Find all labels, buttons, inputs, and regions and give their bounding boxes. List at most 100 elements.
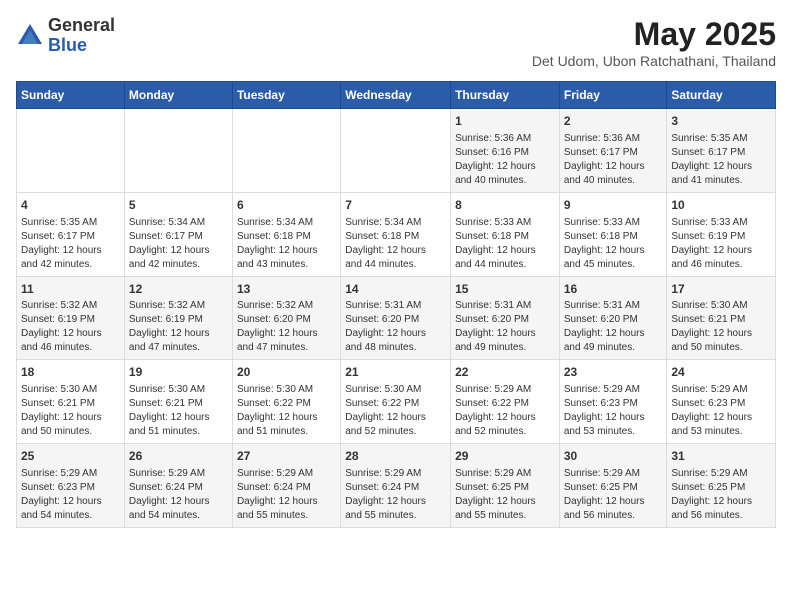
weekday-friday: Friday (559, 82, 667, 109)
day-number: 22 (455, 364, 555, 381)
day-number: 2 (564, 113, 663, 130)
calendar-cell: 25Sunrise: 5:29 AMSunset: 6:23 PMDayligh… (17, 444, 125, 528)
logo-icon (16, 22, 44, 50)
calendar-table: SundayMondayTuesdayWednesdayThursdayFrid… (16, 81, 776, 528)
day-number: 5 (129, 197, 228, 214)
day-info-line: Daylight: 12 hours (237, 244, 336, 258)
calendar-cell: 22Sunrise: 5:29 AMSunset: 6:22 PMDayligh… (451, 360, 560, 444)
day-info-line: Sunrise: 5:33 AM (455, 216, 555, 230)
day-info-line: and 45 minutes. (564, 258, 663, 272)
day-number: 18 (21, 364, 120, 381)
day-info-line: and 40 minutes. (564, 174, 663, 188)
calendar-cell: 31Sunrise: 5:29 AMSunset: 6:25 PMDayligh… (667, 444, 776, 528)
day-info-line: Sunset: 6:25 PM (455, 481, 555, 495)
calendar-cell: 9Sunrise: 5:33 AMSunset: 6:18 PMDaylight… (559, 192, 667, 276)
day-info-line: Sunset: 6:21 PM (671, 313, 771, 327)
day-info-line: Daylight: 12 hours (345, 327, 446, 341)
day-info-line: and 50 minutes. (21, 425, 120, 439)
day-info-line: and 47 minutes. (237, 341, 336, 355)
calendar-cell: 18Sunrise: 5:30 AMSunset: 6:21 PMDayligh… (17, 360, 125, 444)
day-info-line: Sunrise: 5:32 AM (21, 299, 120, 313)
logo-general-label: General (48, 16, 115, 36)
day-info-line: and 47 minutes. (129, 341, 228, 355)
day-info-line: Sunrise: 5:32 AM (237, 299, 336, 313)
day-number: 31 (671, 448, 771, 465)
weekday-header-row: SundayMondayTuesdayWednesdayThursdayFrid… (17, 82, 776, 109)
day-number: 26 (129, 448, 228, 465)
day-info-line: and 44 minutes. (455, 258, 555, 272)
day-info-line: Daylight: 12 hours (564, 327, 663, 341)
location-subtitle: Det Udom, Ubon Ratchathani, Thailand (532, 53, 776, 69)
calendar-week-1: 1Sunrise: 5:36 AMSunset: 6:16 PMDaylight… (17, 109, 776, 193)
day-info-line: and 50 minutes. (671, 341, 771, 355)
day-number: 13 (237, 281, 336, 298)
day-info-line: Sunrise: 5:29 AM (564, 383, 663, 397)
calendar-week-2: 4Sunrise: 5:35 AMSunset: 6:17 PMDaylight… (17, 192, 776, 276)
day-info-line: Daylight: 12 hours (129, 411, 228, 425)
calendar-cell: 20Sunrise: 5:30 AMSunset: 6:22 PMDayligh… (232, 360, 340, 444)
day-number: 17 (671, 281, 771, 298)
day-info-line: Sunrise: 5:29 AM (455, 467, 555, 481)
day-info-line: and 53 minutes. (564, 425, 663, 439)
calendar-body: 1Sunrise: 5:36 AMSunset: 6:16 PMDaylight… (17, 109, 776, 528)
day-info-line: Daylight: 12 hours (564, 244, 663, 258)
calendar-cell: 24Sunrise: 5:29 AMSunset: 6:23 PMDayligh… (667, 360, 776, 444)
day-info-line: Sunset: 6:20 PM (455, 313, 555, 327)
day-info-line: Daylight: 12 hours (21, 244, 120, 258)
day-info-line: Sunrise: 5:34 AM (129, 216, 228, 230)
day-info-line: Sunset: 6:23 PM (671, 397, 771, 411)
weekday-sunday: Sunday (17, 82, 125, 109)
weekday-monday: Monday (124, 82, 232, 109)
calendar-week-5: 25Sunrise: 5:29 AMSunset: 6:23 PMDayligh… (17, 444, 776, 528)
day-info-line: Sunset: 6:24 PM (237, 481, 336, 495)
calendar-cell: 11Sunrise: 5:32 AMSunset: 6:19 PMDayligh… (17, 276, 125, 360)
day-info-line: Sunset: 6:19 PM (129, 313, 228, 327)
day-info-line: and 55 minutes. (455, 509, 555, 523)
day-info-line: Sunset: 6:19 PM (671, 230, 771, 244)
day-info-line: Sunset: 6:21 PM (21, 397, 120, 411)
day-info-line: and 42 minutes. (129, 258, 228, 272)
day-info-line: and 46 minutes. (21, 341, 120, 355)
day-number: 1 (455, 113, 555, 130)
day-number: 14 (345, 281, 446, 298)
calendar-cell: 30Sunrise: 5:29 AMSunset: 6:25 PMDayligh… (559, 444, 667, 528)
day-info-line: and 49 minutes. (455, 341, 555, 355)
day-info-line: Daylight: 12 hours (21, 411, 120, 425)
day-info-line: Sunset: 6:20 PM (237, 313, 336, 327)
calendar-cell: 14Sunrise: 5:31 AMSunset: 6:20 PMDayligh… (341, 276, 451, 360)
day-number: 21 (345, 364, 446, 381)
day-info-line: Daylight: 12 hours (455, 411, 555, 425)
day-info-line: Daylight: 12 hours (455, 495, 555, 509)
day-info-line: Daylight: 12 hours (129, 495, 228, 509)
day-number: 9 (564, 197, 663, 214)
calendar-cell: 3Sunrise: 5:35 AMSunset: 6:17 PMDaylight… (667, 109, 776, 193)
day-info-line: Daylight: 12 hours (671, 244, 771, 258)
title-area: May 2025 Det Udom, Ubon Ratchathani, Tha… (532, 16, 776, 69)
logo-blue-label: Blue (48, 36, 115, 56)
day-number: 12 (129, 281, 228, 298)
day-info-line: Sunrise: 5:35 AM (671, 132, 771, 146)
day-info-line: Daylight: 12 hours (671, 327, 771, 341)
day-info-line: Sunset: 6:24 PM (129, 481, 228, 495)
day-info-line: Daylight: 12 hours (564, 160, 663, 174)
logo-text: General Blue (48, 16, 115, 56)
day-info-line: Sunrise: 5:29 AM (671, 467, 771, 481)
day-info-line: Sunset: 6:17 PM (564, 146, 663, 160)
calendar-cell: 4Sunrise: 5:35 AMSunset: 6:17 PMDaylight… (17, 192, 125, 276)
day-info-line: and 56 minutes. (564, 509, 663, 523)
calendar-cell: 19Sunrise: 5:30 AMSunset: 6:21 PMDayligh… (124, 360, 232, 444)
calendar-cell: 17Sunrise: 5:30 AMSunset: 6:21 PMDayligh… (667, 276, 776, 360)
day-info-line: Daylight: 12 hours (237, 411, 336, 425)
calendar-header: SundayMondayTuesdayWednesdayThursdayFrid… (17, 82, 776, 109)
calendar-cell: 1Sunrise: 5:36 AMSunset: 6:16 PMDaylight… (451, 109, 560, 193)
day-number: 15 (455, 281, 555, 298)
day-info-line: Sunset: 6:21 PM (129, 397, 228, 411)
day-info-line: Sunrise: 5:30 AM (237, 383, 336, 397)
calendar-cell: 6Sunrise: 5:34 AMSunset: 6:18 PMDaylight… (232, 192, 340, 276)
day-info-line: Sunrise: 5:33 AM (564, 216, 663, 230)
calendar-week-4: 18Sunrise: 5:30 AMSunset: 6:21 PMDayligh… (17, 360, 776, 444)
day-number: 25 (21, 448, 120, 465)
day-info-line: Sunrise: 5:34 AM (237, 216, 336, 230)
day-number: 30 (564, 448, 663, 465)
day-info-line: Daylight: 12 hours (671, 411, 771, 425)
